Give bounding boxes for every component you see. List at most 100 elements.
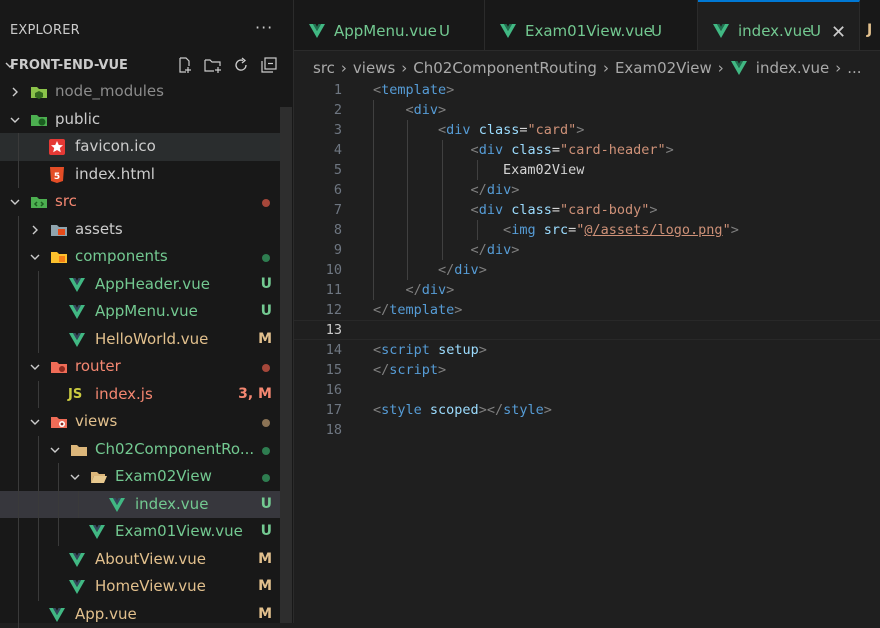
tree-item-label: AppHeader.vue [95,275,210,293]
code-text: <template> [373,82,454,98]
indent-guide [38,518,39,546]
breadcrumb-item[interactable]: index.vue [756,59,829,77]
chevron-down-icon [69,471,81,483]
tab-overflow[interactable]: J [867,22,872,38]
close-tab-icon[interactable]: ✕ [831,22,846,43]
code-line: 4 <div class="card-header"> [294,140,880,160]
tree-item-exam02view[interactable]: Exam02View [0,463,292,491]
chevron-down-icon [49,444,61,456]
refresh-icon[interactable] [232,56,250,74]
chevron-right-icon [9,86,21,98]
tab-exam01view[interactable]: Exam01View.vue U [485,0,698,50]
indent-guide [38,271,39,299]
chevron-down-icon [29,251,41,263]
code-text: <div class="card"> [373,122,584,138]
line-number: 2 [302,102,342,118]
project-root[interactable]: FRONT-END-VUE [0,56,292,78]
code-line: 5 Exam02View [294,160,880,180]
tree-item-src[interactable]: src [0,188,292,216]
html5-icon: 5 [48,166,66,184]
breadcrumb-item[interactable]: Exam02View [615,59,712,77]
tree-item-ch02componentrouting[interactable]: Ch02ComponentRo... [0,436,292,464]
git-status-badge: M [258,551,272,567]
vue-icon [730,60,748,76]
assets-folder-icon [50,221,68,239]
collapse-all-icon[interactable] [260,56,278,74]
line-number: 14 [302,342,342,358]
tree-item-public[interactable]: public [0,106,292,134]
chevron-right-icon: › [603,59,609,77]
chevron-right-icon [29,224,41,236]
vue-icon [68,303,86,321]
code-text: <style scoped></style> [373,402,552,418]
tree-item-index-vue[interactable]: index.vue U [0,491,292,519]
views-folder-icon [50,413,68,431]
indent-guide [18,436,19,464]
vue-icon [68,276,86,294]
line-number: 11 [302,282,342,298]
tree-item-homeview[interactable]: HomeView.vue M [0,573,292,601]
tree-item-label: AboutView.vue [95,550,206,568]
breadcrumb-item[interactable]: Ch02ComponentRouting [413,59,597,77]
indent-guide [18,601,19,628]
tree-item-index-js[interactable]: JS index.js 3, M [0,381,292,409]
indent-guide [18,463,19,491]
tree-item-appmenu[interactable]: AppMenu.vue U [0,298,292,326]
indent-guide [38,326,39,354]
tree-item-aboutview[interactable]: AboutView.vue M [0,546,292,574]
new-file-icon[interactable] [176,56,194,74]
chevron-right-icon: › [718,59,724,77]
git-status-badge: U [261,496,272,512]
project-name: FRONT-END-VUE [10,58,128,73]
sidebar-scrollbar[interactable] [280,107,292,623]
tree-item-views[interactable]: views [0,408,292,436]
tab-index-vue[interactable]: index.vue U ✕ [698,0,860,50]
indent-guide [38,546,39,574]
code-line: 6 </div> [294,180,880,200]
indent-guide [18,381,19,409]
git-status-badge: U [261,276,272,292]
tree-item-node-modules[interactable]: node_modules [0,78,292,106]
tree-item-appheader[interactable]: AppHeader.vue U [0,271,292,299]
tab-appmenu[interactable]: AppMenu.vue U [294,0,485,50]
tab-bar: AppMenu.vue U Exam01View.vue U index.vue… [294,0,880,51]
indent-guide [18,408,19,436]
tree-item-label: src [55,192,77,210]
more-actions-icon[interactable]: ··· [255,18,273,37]
tree-item-index-html[interactable]: 5 index.html [0,161,292,189]
tree-item-components[interactable]: components [0,243,292,271]
indent-guide [18,271,19,299]
tree-item-app-vue[interactable]: App.vue M [0,601,292,628]
code-text: <div class="card-body"> [373,202,658,218]
indent-guide [18,243,19,271]
tree-item-label: public [55,110,100,128]
code-text: </div> [373,182,519,198]
public-folder-icon [30,111,48,129]
indent-guide [18,518,19,546]
code-line: 12</template> [294,300,880,320]
new-folder-icon[interactable] [204,56,222,74]
indent-guide [18,326,19,354]
code-line: 11 </div> [294,280,880,300]
svg-text:5: 5 [54,172,60,182]
code-line: 16 [294,380,880,400]
tree-item-assets[interactable]: assets [0,216,292,244]
line-number: 4 [302,142,342,158]
line-number: 3 [302,122,342,138]
breadcrumb-item[interactable]: views [353,59,395,77]
tree-item-favicon[interactable]: favicon.ico [0,133,292,161]
tree-item-router[interactable]: router [0,353,292,381]
line-number: 16 [302,382,342,398]
code-text: </div> [373,242,519,258]
tree-item-helloworld[interactable]: HelloWorld.vue M [0,326,292,354]
code-editor[interactable]: 1<template> 2 <div> 3 <div class="card">… [294,80,880,440]
tree-item-exam01view[interactable]: Exam01View.vue U [0,518,292,546]
status-dot [262,419,270,427]
indent-guide [18,546,19,574]
breadcrumb-item[interactable]: ... [847,59,861,77]
tree-item-label: index.html [75,165,155,183]
tree-item-label: index.vue [135,495,208,513]
breadcrumb-item[interactable]: src [313,59,335,77]
code-line: 14<script setup> [294,340,880,360]
vue-icon [88,523,106,541]
